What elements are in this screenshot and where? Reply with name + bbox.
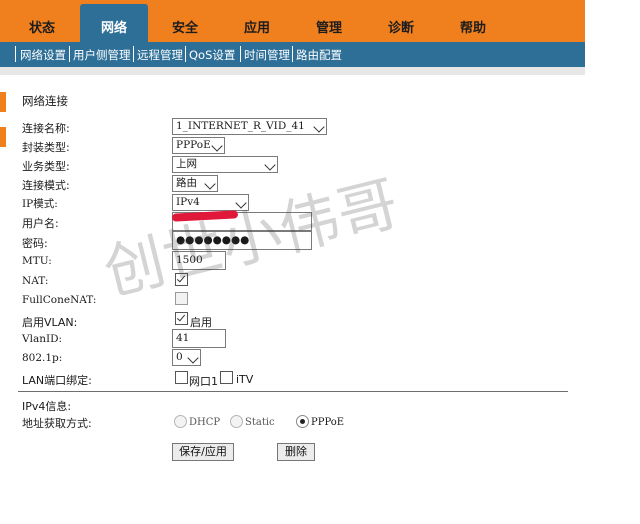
mode-select[interactable]: 路由 bbox=[172, 175, 218, 192]
tab-network[interactable]: 网络 bbox=[80, 4, 148, 42]
top-nav-bar: 状态 网络 安全 应用 管理 诊断 帮助 bbox=[0, 0, 585, 42]
dot1p-value: 0 bbox=[176, 351, 183, 363]
dot1p-label: 802.1p: bbox=[22, 352, 63, 364]
conn-name-value: 1_INTERNET_R_VID_41 bbox=[176, 120, 305, 132]
sub-nav-shadow bbox=[0, 67, 585, 75]
pppoe-radio[interactable] bbox=[296, 415, 309, 428]
vlan-label: 启用VLAN: bbox=[22, 316, 78, 329]
ip-mode-label: IP模式: bbox=[22, 198, 58, 210]
watermark: 创世小伟哥 bbox=[97, 168, 406, 310]
ipv4-title: IPv4信息: bbox=[22, 400, 72, 413]
vlanid-label: VlanID: bbox=[22, 333, 63, 345]
encap-value: PPPoE bbox=[176, 139, 211, 151]
dhcp-radio[interactable] bbox=[174, 415, 187, 428]
pppoe-label: PPPoE bbox=[311, 417, 345, 428]
subnav-route-config[interactable]: 路由配置 bbox=[296, 47, 342, 63]
tab-diagnostics[interactable]: 诊断 bbox=[366, 0, 436, 42]
itv-label: iTV bbox=[236, 373, 254, 386]
lan-bind-label: LAN端口绑定: bbox=[22, 374, 92, 387]
sub-nav-separator bbox=[292, 46, 293, 62]
lan-port1-checkbox[interactable] bbox=[175, 371, 188, 384]
section-title: 网络连接 bbox=[22, 94, 68, 108]
save-apply-button[interactable]: 保存/应用 bbox=[172, 443, 234, 461]
vlanid-input[interactable]: 41 bbox=[172, 329, 226, 348]
conn-name-label: 连接名称: bbox=[22, 122, 70, 135]
dot1p-select[interactable]: 0 bbox=[172, 349, 201, 366]
sub-nav-separator bbox=[69, 46, 70, 62]
static-radio[interactable] bbox=[230, 415, 243, 428]
vlan-enable-text: 启用 bbox=[190, 316, 212, 329]
chevron-down-icon bbox=[264, 159, 276, 171]
tab-security[interactable]: 安全 bbox=[150, 0, 220, 42]
lan-port1-label: 网口1 bbox=[189, 375, 218, 388]
chevron-down-icon bbox=[187, 352, 199, 364]
username-label: 用户名: bbox=[22, 217, 59, 230]
encap-select[interactable]: PPPoE bbox=[172, 137, 225, 154]
tab-management[interactable]: 管理 bbox=[294, 0, 364, 42]
sub-nav-separator bbox=[133, 46, 134, 62]
sub-nav-bar: 网络设置 用户侧管理 远程管理 QoS设置 时间管理 路由配置 bbox=[0, 42, 585, 67]
service-value: 上网 bbox=[176, 158, 197, 170]
tab-status[interactable]: 状态 bbox=[0, 0, 84, 42]
delete-button[interactable]: 删除 bbox=[277, 443, 315, 461]
divider bbox=[18, 391, 568, 392]
sidebar-marker bbox=[0, 127, 6, 147]
encap-label: 封装类型: bbox=[22, 141, 70, 154]
conn-name-select[interactable]: 1_INTERNET_R_VID_41 bbox=[172, 118, 327, 135]
mode-label: 连接模式: bbox=[22, 179, 70, 192]
chevron-down-icon bbox=[211, 140, 223, 152]
chevron-down-icon bbox=[204, 178, 216, 190]
subnav-qos-settings[interactable]: QoS设置 bbox=[189, 47, 235, 63]
service-select[interactable]: 上网 bbox=[172, 156, 278, 173]
subnav-user-side-management[interactable]: 用户侧管理 bbox=[73, 47, 131, 63]
mtu-label: MTU: bbox=[22, 255, 52, 267]
sub-nav-separator bbox=[185, 46, 186, 62]
static-label: Static bbox=[245, 417, 275, 428]
subnav-network-settings[interactable]: 网络设置 bbox=[20, 47, 66, 63]
chevron-down-icon bbox=[313, 121, 325, 133]
itv-checkbox[interactable] bbox=[220, 371, 233, 384]
subnav-remote-management[interactable]: 远程管理 bbox=[137, 47, 183, 63]
addr-method-label: 地址获取方式: bbox=[22, 417, 92, 430]
vlan-checkbox[interactable] bbox=[175, 312, 188, 325]
dhcp-label: DHCP bbox=[189, 417, 221, 428]
sub-nav-separator bbox=[15, 46, 16, 62]
tab-help[interactable]: 帮助 bbox=[438, 0, 508, 42]
fullcone-label: FullConeNAT: bbox=[22, 294, 97, 306]
password-label: 密码: bbox=[22, 237, 48, 250]
subnav-time-management[interactable]: 时间管理 bbox=[244, 47, 290, 63]
sidebar-marker bbox=[0, 92, 6, 112]
mode-value: 路由 bbox=[176, 177, 197, 189]
nat-label: NAT: bbox=[22, 275, 49, 287]
service-label: 业务类型: bbox=[22, 160, 70, 173]
sub-nav-separator bbox=[240, 46, 241, 62]
tab-application[interactable]: 应用 bbox=[222, 0, 292, 42]
